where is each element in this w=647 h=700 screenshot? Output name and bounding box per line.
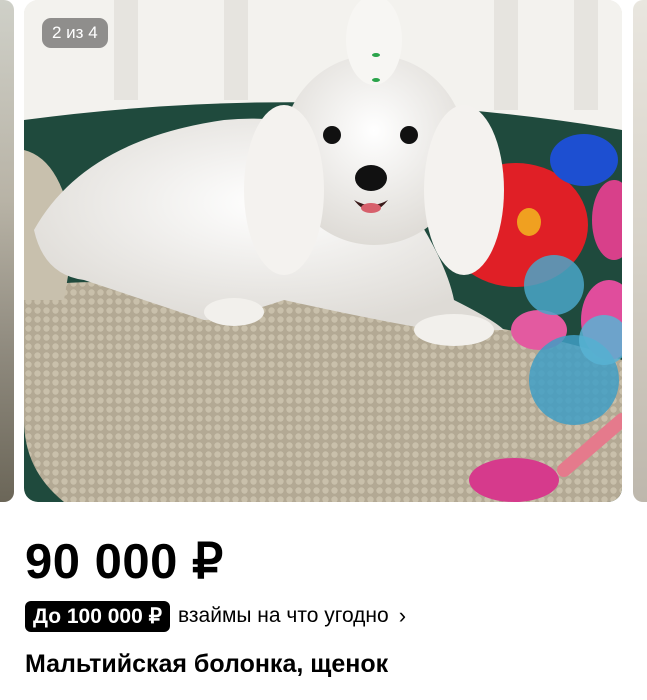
loan-offer-link[interactable]: До 100 000 ₽ взаймы на что угодно › — [25, 600, 406, 632]
listing-price: 90 000 ₽ — [25, 535, 224, 589]
listing-title: Мальтийская болонка, щенок — [25, 650, 389, 678]
loan-text: взаймы на что угодно — [177, 604, 389, 627]
loan-badge: До 100 000 ₽ — [25, 600, 170, 632]
chevron-right-icon: › — [398, 603, 407, 628]
next-photo-preview[interactable] — [633, 0, 647, 502]
listing-photo[interactable] — [24, 0, 622, 502]
previous-photo-preview[interactable] — [0, 0, 14, 502]
photo-gallery[interactable]: 2 из 4 — [0, 0, 647, 502]
photo-counter: 2 из 4 — [42, 18, 108, 48]
puppy-photo — [24, 0, 622, 502]
